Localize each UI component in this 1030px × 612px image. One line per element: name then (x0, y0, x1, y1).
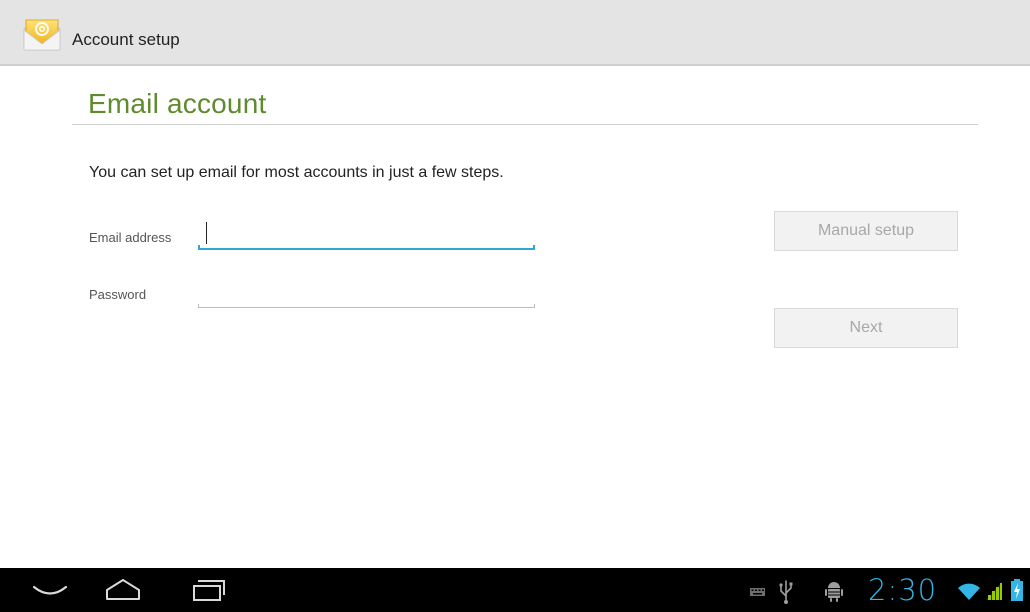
android-debug-icon (822, 568, 846, 612)
battery-charging-icon (1008, 568, 1026, 612)
action-bar: Account setup (0, 0, 1030, 66)
email-underline-tick-right (533, 245, 535, 250)
manual-setup-button[interactable]: Manual setup (774, 211, 958, 251)
email-label: Email address (89, 230, 172, 245)
title-divider (72, 124, 978, 125)
status-clock: 2:30 (868, 573, 938, 607)
intro-text: You can set up email for most accounts i… (89, 164, 504, 181)
action-bar-title: Account setup (72, 30, 180, 49)
keyboard-icon (748, 568, 768, 612)
password-label: Password (89, 287, 147, 302)
system-bar: 2:30 (0, 568, 1030, 612)
next-button[interactable]: Next (774, 308, 958, 348)
password-field[interactable] (198, 279, 535, 309)
password-underline-tick-left (198, 304, 199, 308)
usb-icon (776, 568, 796, 612)
recent-apps-icon[interactable] (182, 568, 232, 612)
email-underline-tick-left (198, 245, 200, 250)
wifi-icon (956, 568, 982, 612)
email-field[interactable] (198, 220, 535, 250)
email-underline (198, 248, 535, 250)
text-cursor (206, 222, 207, 244)
signal-icon (984, 568, 1004, 612)
page-title: Email account (88, 88, 267, 119)
password-input[interactable] (206, 281, 526, 305)
back-icon[interactable] (26, 568, 74, 612)
email-input[interactable] (206, 222, 526, 246)
email-app-icon[interactable] (22, 14, 62, 52)
password-underline-tick-right (534, 304, 535, 308)
screen: Account setup Email account You can set … (0, 0, 1030, 612)
home-icon[interactable] (98, 568, 148, 612)
password-underline (198, 307, 535, 308)
